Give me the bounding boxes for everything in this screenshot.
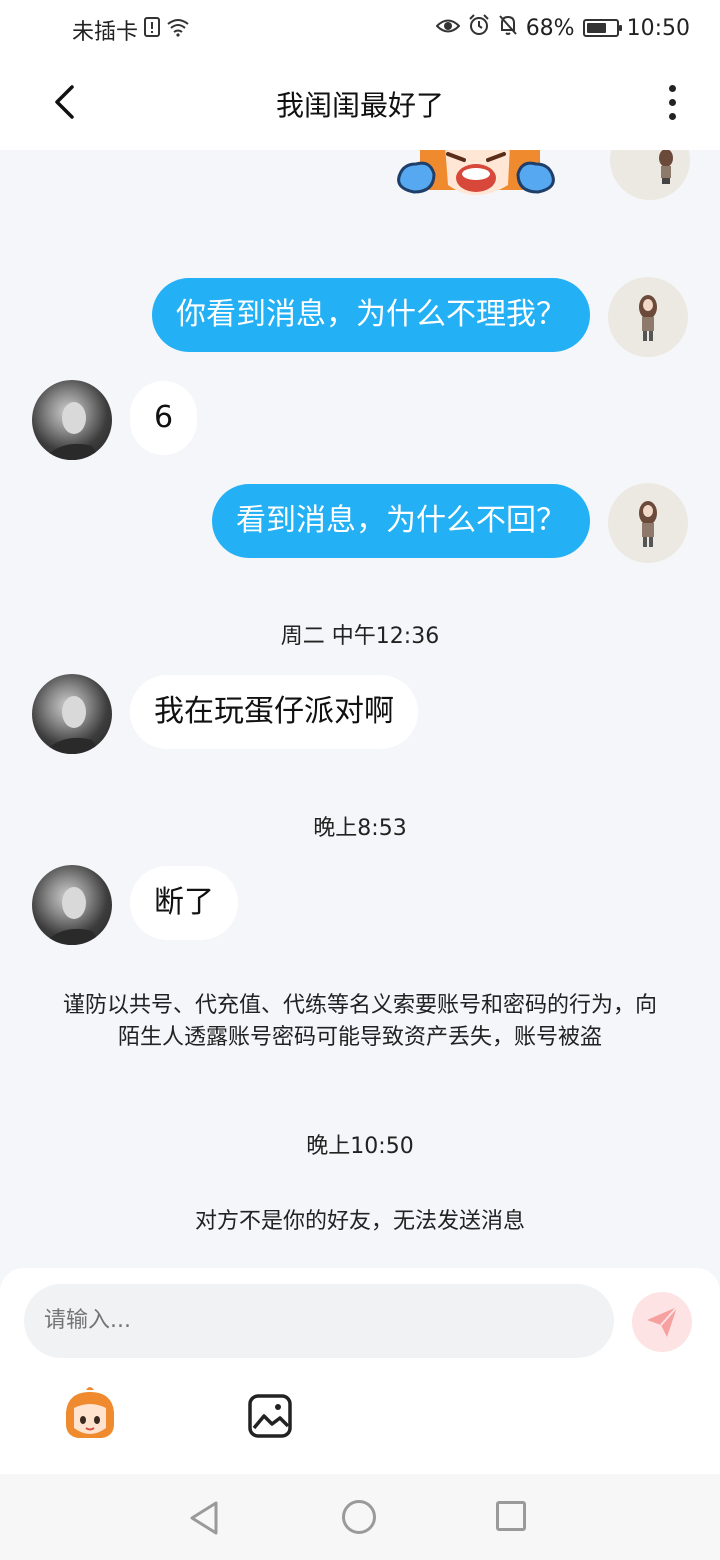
my-avatar[interactable]	[610, 150, 690, 200]
contact-avatar-image	[42, 696, 102, 754]
girl-avatar-image	[639, 295, 657, 341]
contact-avatar[interactable]	[32, 674, 112, 754]
girl-avatar-image	[659, 150, 673, 184]
contact-avatar-image	[42, 402, 102, 460]
clock: 10:50	[626, 15, 690, 41]
eye-comfort-icon	[435, 16, 461, 41]
girl-avatar-image	[639, 501, 657, 547]
mute-bell-icon	[498, 14, 518, 42]
contact-avatar-image	[42, 887, 102, 945]
my-avatar[interactable]	[608, 277, 688, 357]
composer-panel	[0, 1268, 720, 1474]
triangle-back-icon	[190, 1501, 218, 1535]
wifi-icon	[166, 17, 190, 43]
nav-recents-button[interactable]	[496, 1501, 526, 1531]
incoming-message-bubble[interactable]: 断了	[130, 866, 238, 940]
timestamp-divider: 晚上10:50	[306, 1134, 414, 1159]
timestamp-divider: 周二 中午12:36	[280, 624, 440, 649]
incoming-message-bubble[interactable]: 我在玩蛋仔派对啊	[130, 675, 418, 749]
battery-icon	[582, 19, 622, 37]
page-title: 我闺闺最好了	[275, 89, 444, 122]
image-button[interactable]	[246, 1392, 294, 1440]
battery-fill	[586, 23, 606, 33]
not-friend-notice: 对方不是你的好友，无法发送消息	[194, 1209, 525, 1234]
send-icon	[647, 1306, 678, 1337]
battery-percent: 68%	[525, 15, 575, 41]
outgoing-message-bubble[interactable]: 你看到消息，为什么不理我？	[152, 278, 590, 352]
sticker-message[interactable]	[390, 150, 562, 220]
nav-back-button[interactable]	[188, 1500, 220, 1540]
message-list[interactable]: 你看到消息，为什么不理我？ 6 看到消息，为什么不回？ 周二 中午12:36 我…	[0, 150, 720, 1268]
chat-header: 我闺闺最好了	[0, 56, 720, 150]
sim-alert-icon	[144, 17, 161, 43]
security-notice: 谨防以共号、代充值、代练等名义索要账号和密码的行为，向陌生人透露账号密码可能导致…	[62, 993, 657, 1050]
contact-avatar[interactable]	[32, 380, 112, 460]
crying-character-sticker	[397, 150, 555, 195]
emoji-button[interactable]	[58, 1386, 122, 1442]
timestamp-divider: 晚上8:53	[313, 816, 407, 841]
carrier-label: 未插卡	[72, 20, 139, 45]
alarm-icon	[468, 14, 490, 42]
contact-avatar[interactable]	[32, 865, 112, 945]
my-avatar[interactable]	[608, 483, 688, 563]
more-vertical-icon	[668, 84, 676, 92]
message-input[interactable]	[24, 1284, 614, 1358]
more-button[interactable]	[650, 80, 694, 124]
emoji-sticker-icon	[66, 1387, 114, 1438]
send-button[interactable]	[632, 1292, 692, 1352]
incoming-message-bubble[interactable]: 6	[130, 381, 198, 455]
status-bar: 未插卡 68% 10:50	[0, 0, 720, 56]
system-nav-bar	[0, 1474, 720, 1560]
nav-home-button[interactable]	[342, 1500, 376, 1534]
image-icon	[248, 1394, 292, 1438]
outgoing-message-bubble[interactable]: 看到消息，为什么不回？	[212, 484, 590, 558]
